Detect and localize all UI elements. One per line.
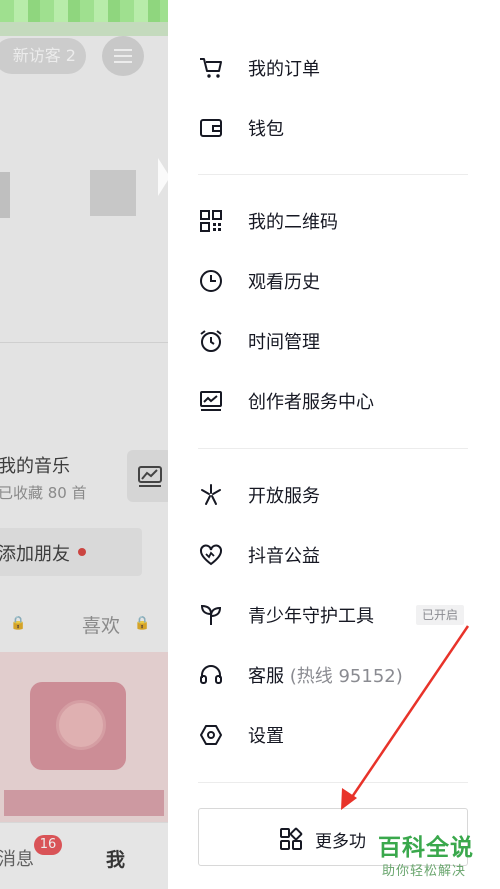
watermark-title: 百科全说 — [378, 835, 474, 861]
watermark-subtitle: 助你轻松解决 — [382, 864, 467, 879]
red-annotation-arrow — [341, 625, 470, 810]
baike-watermark: 百科全说 助你轻松解决 — [374, 828, 500, 884]
